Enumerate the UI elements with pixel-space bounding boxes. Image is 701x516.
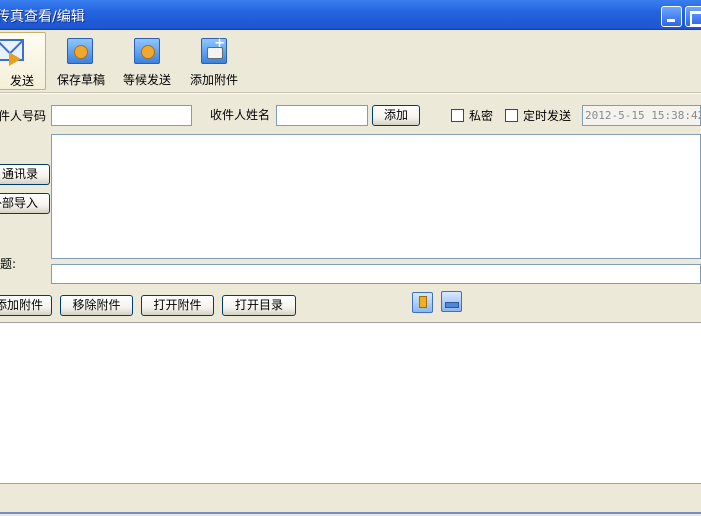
move-up-icon[interactable] (412, 292, 433, 313)
move-down-icon[interactable] (441, 291, 462, 312)
fax-form: 收件人号码 收件人姓名 添加 私密 定时发送 2012-5-15 15:38:4… (0, 94, 701, 322)
status-bar (0, 484, 701, 516)
wait-send-label: 等候发送 (122, 73, 171, 87)
add-attachment-icon (201, 36, 227, 64)
add-attachment-button[interactable]: 添加附件 (0, 295, 52, 316)
toolbar-add-attachment-label: 添加附件 (189, 73, 238, 87)
save-draft-label: 保存草稿 (56, 73, 105, 87)
add-recipient-button[interactable]: 添加 (372, 105, 420, 126)
open-directory-button[interactable]: 打开目录 (222, 295, 296, 316)
open-attachment-button[interactable]: 打开附件 (141, 295, 214, 316)
save-draft-button[interactable]: 保存草稿 (54, 32, 108, 90)
window-titlebar: 传真查看/编辑 (0, 0, 701, 30)
private-checkbox[interactable] (451, 109, 464, 122)
recipient-list-box[interactable] (51, 134, 701, 259)
toolbar: 发送 保存草稿 等候发送 添加附件 (0, 30, 701, 93)
subject-input[interactable] (51, 264, 701, 284)
subject-label: 主题: (0, 257, 17, 271)
save-draft-icon (67, 38, 93, 64)
import-button[interactable]: 外部导入 (0, 193, 50, 214)
toolbar-add-attachment-button[interactable]: 添加附件 (187, 32, 241, 90)
recipient-name-label: 收件人姓名 (210, 108, 271, 122)
window-title: 传真查看/编辑 (0, 9, 85, 25)
remove-attachment-button[interactable]: 移除附件 (60, 295, 133, 316)
recipient-number-label: 收件人号码 (0, 109, 47, 123)
scheduled-datetime-field[interactable]: 2012-5-15 15:38:42 (582, 105, 701, 126)
private-label: 私密 (469, 109, 494, 123)
attachment-list[interactable] (0, 322, 701, 484)
minimize-button[interactable] (661, 6, 682, 27)
address-book-button[interactable]: 通讯录 (0, 164, 50, 185)
recipient-name-input[interactable] (276, 105, 368, 126)
scheduled-checkbox[interactable] (505, 109, 518, 122)
recipient-number-input[interactable] (51, 105, 192, 126)
move-up-arrow-icon (419, 296, 427, 308)
send-button[interactable]: 发送 (0, 32, 46, 90)
move-down-arrow-icon (445, 302, 459, 308)
status-bar-border (0, 512, 701, 514)
send-arrow-icon (9, 52, 21, 66)
scheduled-label: 定时发送 (523, 109, 572, 123)
send-button-label: 发送 (9, 74, 34, 88)
wait-send-icon (134, 38, 160, 64)
wait-send-button[interactable]: 等候发送 (120, 32, 174, 90)
maximize-button[interactable] (685, 6, 701, 27)
